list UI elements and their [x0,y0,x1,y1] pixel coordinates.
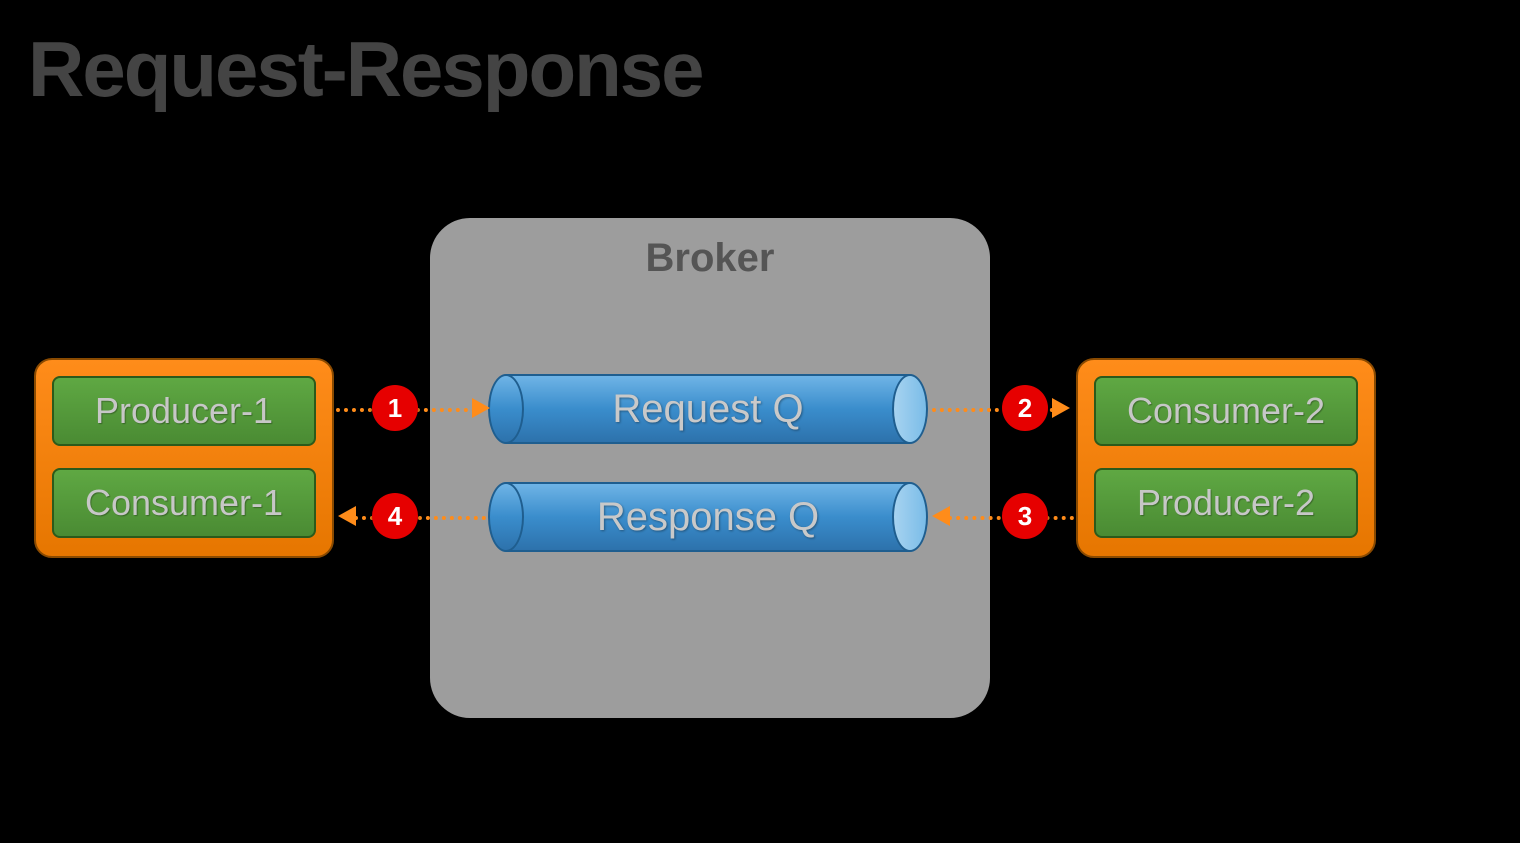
consumer-2: Consumer-2 [1094,376,1358,446]
diagram-title: Request-Response [28,24,703,115]
broker-container: Broker [430,218,990,718]
step-badge-2: 2 [1002,385,1048,431]
producer-1: Producer-1 [52,376,316,446]
arrow-2-head [1052,398,1070,418]
step-badge-4: 4 [372,493,418,539]
step-badge-1: 1 [372,385,418,431]
producer-2: Producer-2 [1094,468,1358,538]
client-left: Producer-1 Consumer-1 [34,358,334,558]
broker-label: Broker [430,236,990,281]
arrow-4-head [338,506,356,526]
step-badge-3: 3 [1002,493,1048,539]
queue-response-label: Response Q [488,482,928,552]
consumer-1: Consumer-1 [52,468,316,538]
queue-request-label: Request Q [488,374,928,444]
arrow-3-head [932,506,950,526]
queue-response: Response Q [488,482,928,552]
client-right: Consumer-2 Producer-2 [1076,358,1376,558]
queue-request: Request Q [488,374,928,444]
